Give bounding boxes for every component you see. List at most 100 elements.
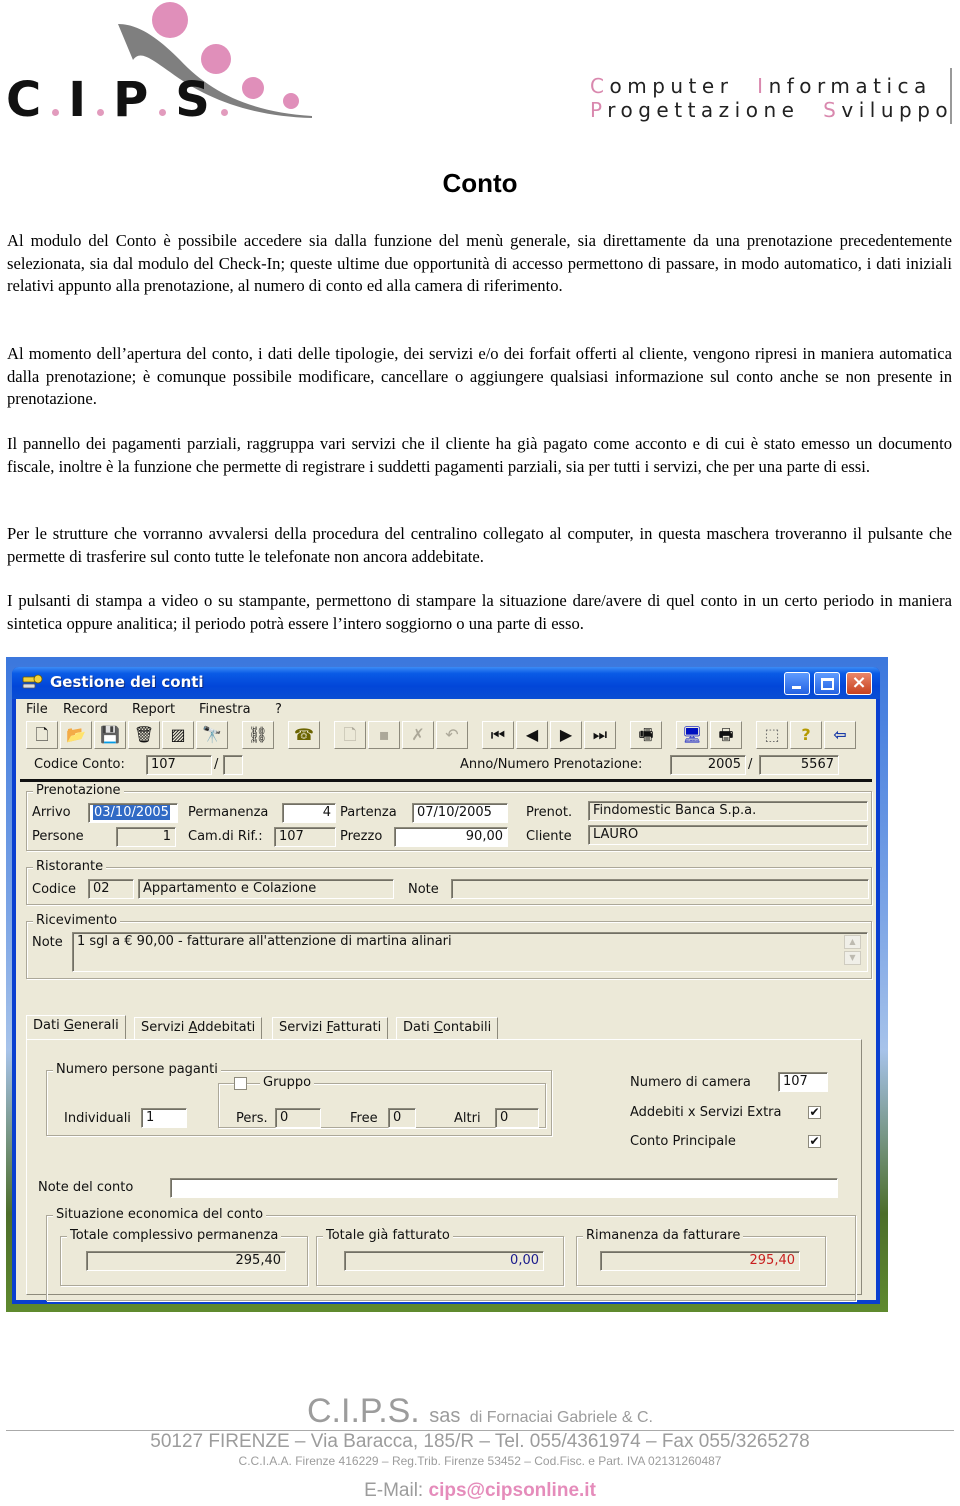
situazione-economica-title: Situazione economica del conto xyxy=(53,1207,267,1222)
tab-servizi-fatturati[interactable]: Servizi Fatturati xyxy=(272,1017,389,1039)
logo-letter-dot xyxy=(220,109,228,116)
unlink-button[interactable]: ⛓ xyxy=(242,721,274,749)
paragraph: I pulsanti di stampa a video o su stampa… xyxy=(7,591,952,633)
tab-label: enerali xyxy=(73,1018,119,1033)
next-record-button[interactable]: ▶ xyxy=(550,721,582,749)
footer-email-label: E-Mail: xyxy=(364,1480,424,1501)
free-field[interactable]: 0 xyxy=(388,1108,416,1128)
footer-email-link[interactable]: cips@cipsonline.it xyxy=(429,1480,596,1501)
menu-finestra[interactable]: Finestra xyxy=(199,702,251,717)
printer-icon: 🖶 xyxy=(718,725,734,744)
tab-dati-contabili[interactable]: Dati Contabili xyxy=(396,1017,499,1039)
scroll-down-button[interactable]: ▼ xyxy=(844,951,861,965)
search-button[interactable]: 🔭 xyxy=(196,721,228,749)
menu-help[interactable]: ? xyxy=(275,702,282,717)
codice-conto-suffix-field[interactable] xyxy=(223,755,243,775)
save-button[interactable]: 💾 xyxy=(94,721,126,749)
select-area-icon: ⬚ xyxy=(764,725,780,744)
telephone-icon: ☎ xyxy=(294,725,314,744)
exit-button[interactable]: ⇦ xyxy=(824,721,856,749)
ristorante-note-field[interactable] xyxy=(451,879,869,899)
new-line-button[interactable]: 🗋 xyxy=(334,721,366,749)
rimanenza-label: Rimanenza da fatturare xyxy=(583,1228,744,1243)
partenza-label: Partenza xyxy=(340,805,397,820)
maximize-button[interactable] xyxy=(814,672,840,695)
conto-principale-checkbox[interactable]: ✔ xyxy=(808,1135,821,1148)
trash-icon: 🗑 xyxy=(133,725,155,744)
close-button[interactable]: × xyxy=(846,672,872,695)
print-button[interactable]: 🖶 xyxy=(710,721,742,749)
ristorante-descrizione-field[interactable]: Appartamento e Colazione xyxy=(138,879,394,899)
first-record-button[interactable]: ⏮ xyxy=(482,721,514,749)
filter-button[interactable]: ▨ xyxy=(162,721,194,749)
partenza-field[interactable]: 07/10/2005 xyxy=(412,803,508,823)
select-area-button[interactable]: ⬚ xyxy=(756,721,788,749)
new-document-icon: 🗋 xyxy=(35,725,49,744)
rimanenza-field[interactable]: 295,40 xyxy=(600,1251,800,1271)
telephone-charges-button[interactable]: ☎ xyxy=(288,721,320,749)
addebiti-extra-label: Addebiti x Servizi Extra xyxy=(630,1105,782,1120)
application-screenshot: Gestione dei conti × File Record Report … xyxy=(6,657,888,1312)
menu-file[interactable]: File xyxy=(26,702,48,717)
prenot-field[interactable]: Findomestic Banca S.p.a. xyxy=(588,801,868,821)
anno-prenotazione-field[interactable]: 2005 xyxy=(670,755,746,775)
permanenza-field[interactable]: 4 xyxy=(282,803,336,823)
delete-line-icon: ✗ xyxy=(411,725,425,744)
ricevimento-note-textarea[interactable]: 1 sgl a € 90,00 - fatturare all'attenzio… xyxy=(72,932,868,972)
header-separator xyxy=(20,779,872,782)
save-line-button[interactable]: ▪ xyxy=(368,721,400,749)
previous-record-button[interactable]: ◀ xyxy=(516,721,548,749)
persone-field[interactable]: 1 xyxy=(116,827,176,847)
altri-field[interactable]: 0 xyxy=(495,1108,539,1128)
delete-line-button[interactable]: ✗ xyxy=(402,721,434,749)
codice-conto-field[interactable]: 107 xyxy=(146,755,212,775)
tagline-word: nformatica xyxy=(768,74,932,98)
check-icon: ✔ xyxy=(809,1105,820,1119)
undo-line-button[interactable]: ↶ xyxy=(436,721,468,749)
menu-report[interactable]: Report xyxy=(132,702,175,717)
logo-dot-icon xyxy=(152,2,188,38)
footer-address: 50127 FIRENZE – Via Baracca, 185/R – Tel… xyxy=(150,1431,810,1452)
totale-permanenza-field[interactable]: 295,40 xyxy=(86,1251,286,1271)
pers-field[interactable]: 0 xyxy=(275,1108,321,1128)
tab-dati-generali[interactable]: Dati Generali xyxy=(26,1015,126,1039)
gruppo-label: Gruppo xyxy=(260,1075,315,1090)
camera-rif-label: Cam.di Rif.: xyxy=(188,829,263,844)
permanenza-label: Permanenza xyxy=(188,805,269,820)
scroll-up-button[interactable]: ▲ xyxy=(844,935,861,949)
paragraph: Al momento dell’apertura del conto, i da… xyxy=(7,344,952,409)
arrivo-field[interactable]: 03/10/2005 xyxy=(88,803,178,823)
numero-prenotazione-field[interactable]: 5567 xyxy=(759,755,839,775)
fax-print-button[interactable]: 🖷 xyxy=(630,721,662,749)
camera-rif-field[interactable]: 107 xyxy=(274,827,336,847)
footer-owner: di Fornaciai Gabriele & C. xyxy=(469,1409,653,1426)
ricevimento-group-title: Ricevimento xyxy=(33,913,121,928)
addebiti-extra-checkbox[interactable]: ✔ xyxy=(808,1106,821,1119)
tagline-divider xyxy=(950,68,952,124)
window-titlebar[interactable]: Gestione dei conti × xyxy=(12,667,880,699)
prezzo-field[interactable]: 90,00 xyxy=(394,827,508,847)
note-conto-field[interactable] xyxy=(170,1178,838,1198)
gruppo-checkbox[interactable] xyxy=(234,1077,247,1090)
open-button[interactable]: 📂 xyxy=(60,721,92,749)
individuali-label: Individuali xyxy=(64,1111,131,1126)
last-record-button[interactable]: ⏭ xyxy=(584,721,616,749)
numero-camera-field[interactable]: 107 xyxy=(778,1072,828,1092)
ristorante-codice-field[interactable]: 02 xyxy=(88,879,134,899)
menu-record[interactable]: Record xyxy=(63,702,108,717)
print-preview-button[interactable]: 🖥 xyxy=(676,721,708,749)
totale-fatturato-field[interactable]: 0,00 xyxy=(344,1251,544,1271)
cliente-field[interactable]: LAURO xyxy=(588,825,868,845)
save-icon: 💾 xyxy=(100,725,120,744)
close-icon: × xyxy=(851,672,867,693)
new-button[interactable]: 🗋 xyxy=(26,721,58,749)
last-record-icon: ⏭ xyxy=(592,725,608,744)
delete-button[interactable]: 🗑 xyxy=(128,721,160,749)
tab-servizi-addebitati[interactable]: Servizi Addebitati xyxy=(134,1017,263,1039)
totale-fatturato-label: Totale già fatturato xyxy=(323,1228,453,1243)
individuali-field[interactable]: 1 xyxy=(141,1108,187,1128)
logo-letter-dot xyxy=(159,109,167,116)
help-button[interactable]: ? xyxy=(790,721,822,749)
minimize-button[interactable] xyxy=(784,672,810,695)
conto-principale-label: Conto Principale xyxy=(630,1134,736,1149)
